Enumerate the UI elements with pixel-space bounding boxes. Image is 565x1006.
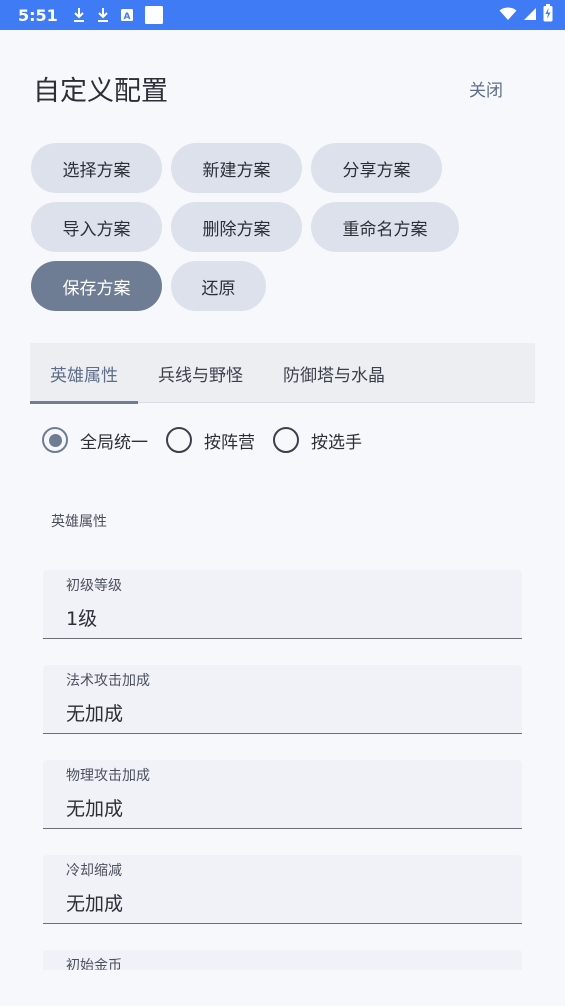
field-label: 法术攻击加成: [66, 673, 150, 689]
field-value: 无加成: [66, 798, 124, 820]
radio-label: 全局统一: [80, 432, 148, 453]
radio-by-player[interactable]: 按选手: [273, 427, 362, 453]
save-scheme-button[interactable]: 保存方案: [31, 261, 162, 311]
section-label: 英雄属性: [51, 514, 107, 530]
battery-charging-icon: [543, 4, 553, 26]
attribute-fields: 初级等级 1级 法术攻击加成 无加成 物理攻击加成 无加成 冷却缩减 无加成 初…: [43, 570, 522, 970]
share-scheme-button[interactable]: 分享方案: [311, 143, 442, 193]
scope-radio-group: 全局统一 按阵营 按选手: [42, 427, 362, 453]
field-physical-attack-bonus[interactable]: 物理攻击加成 无加成: [43, 760, 522, 829]
radio-unchecked-icon: [273, 427, 299, 453]
field-label: 初级等级: [66, 578, 122, 594]
field-cooldown-reduction[interactable]: 冷却缩减 无加成: [43, 855, 522, 924]
radio-global[interactable]: 全局统一: [42, 427, 148, 453]
new-scheme-button[interactable]: 新建方案: [171, 143, 302, 193]
tab-towers-crystal[interactable]: 防御塔与水晶: [263, 343, 405, 403]
a-box-icon: A: [120, 8, 134, 22]
close-button[interactable]: 关闭: [459, 72, 513, 105]
field-label: 初始金币: [66, 958, 122, 970]
restore-button[interactable]: 还原: [171, 261, 266, 311]
scheme-actions: 选择方案 新建方案 分享方案 导入方案 删除方案 重命名方案 保存方案 还原: [31, 143, 531, 320]
field-value: 1级: [66, 608, 98, 630]
white-square-icon: [144, 5, 164, 25]
field-initial-gold[interactable]: 初始金币: [43, 950, 522, 970]
field-value: 无加成: [66, 703, 124, 725]
status-bar: 5:51 A: [0, 0, 565, 30]
page-header: 自定义配置 关闭: [33, 68, 513, 108]
signal-icon: [523, 6, 537, 25]
tab-minions-monsters[interactable]: 兵线与野怪: [138, 343, 263, 403]
rename-scheme-button[interactable]: 重命名方案: [311, 202, 459, 252]
page-title: 自定义配置: [33, 75, 168, 107]
radio-unchecked-icon: [166, 427, 192, 453]
download-icon: [72, 7, 86, 23]
field-label: 物理攻击加成: [66, 768, 150, 784]
select-scheme-button[interactable]: 选择方案: [31, 143, 162, 193]
radio-label: 按阵营: [204, 432, 255, 453]
field-initial-level[interactable]: 初级等级 1级: [43, 570, 522, 639]
import-scheme-button[interactable]: 导入方案: [31, 202, 162, 252]
config-tabs: 英雄属性 兵线与野怪 防御塔与水晶: [30, 343, 535, 404]
download-icon: [96, 7, 110, 23]
svg-text:A: A: [123, 12, 130, 22]
wifi-icon: [499, 6, 517, 25]
field-magic-attack-bonus[interactable]: 法术攻击加成 无加成: [43, 665, 522, 734]
delete-scheme-button[interactable]: 删除方案: [171, 202, 302, 252]
radio-label: 按选手: [311, 432, 362, 453]
field-value: 无加成: [66, 893, 124, 915]
tab-hero-attributes[interactable]: 英雄属性: [30, 343, 138, 404]
radio-by-camp[interactable]: 按阵营: [166, 427, 255, 453]
radio-checked-icon: [42, 427, 68, 453]
status-time: 5:51: [18, 5, 58, 25]
field-label: 冷却缩减: [66, 863, 122, 879]
